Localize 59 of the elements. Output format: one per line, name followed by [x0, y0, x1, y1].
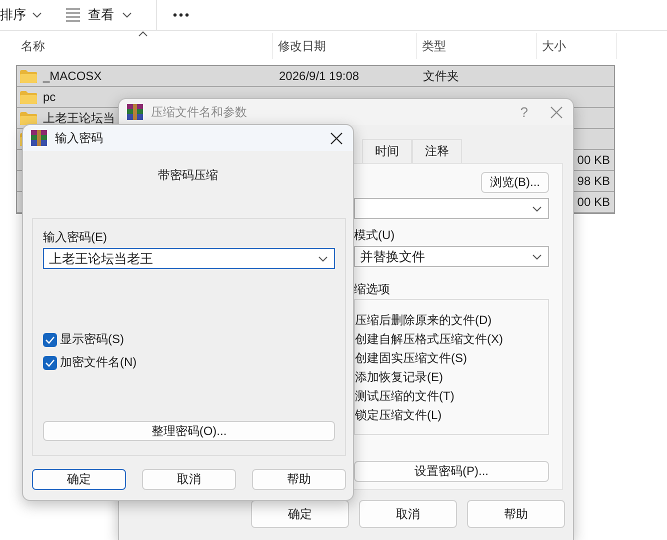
- file-row[interactable]: _MACOSX 2026/9/1 19:08 文件夹: [17, 66, 614, 87]
- chevron-down-icon: [32, 12, 42, 18]
- checkbox[interactable]: [43, 356, 57, 370]
- chevron-down-icon: [318, 256, 328, 262]
- dialog-button[interactable]: 取消: [142, 469, 236, 490]
- tab[interactable]: 时间: [362, 139, 412, 163]
- dialog-button[interactable]: 取消: [359, 500, 457, 528]
- option-label[interactable]: 测试压缩的文件(T): [355, 388, 548, 404]
- organize-passwords-button[interactable]: 整理密码(O)...: [43, 421, 335, 441]
- column-header[interactable]: 名称: [16, 33, 273, 59]
- archive-name-field[interactable]: [354, 198, 549, 219]
- modified-date: 2026/9/1 19:08: [279, 69, 360, 83]
- option-label[interactable]: 创建固实压缩文件(S): [355, 350, 548, 366]
- app-icon: [127, 104, 143, 120]
- file-type: 文件夹: [423, 68, 459, 84]
- dialog-button[interactable]: 帮助: [467, 500, 565, 528]
- folder-icon: [20, 112, 37, 124]
- dialog-button[interactable]: 确定: [251, 500, 349, 528]
- folder-icon: [20, 90, 37, 104]
- option-label[interactable]: 压缩后删除原来的文件(D): [355, 312, 548, 328]
- file-name: pc: [43, 90, 56, 104]
- tab[interactable]: 注释: [412, 139, 462, 163]
- view-button[interactable]: 查看: [54, 2, 144, 28]
- option-label[interactable]: 锁定压缩文件(L): [355, 407, 548, 423]
- dialog-button[interactable]: 帮助: [252, 469, 346, 490]
- app-icon: [31, 130, 47, 146]
- dialog-button[interactable]: 确定: [32, 469, 126, 490]
- close-icon: [330, 132, 343, 144]
- checkbox[interactable]: [43, 332, 57, 346]
- folder-icon: [20, 70, 37, 82]
- option-label[interactable]: 创建自解压格式压缩文件(X): [355, 331, 548, 347]
- menu-lines-icon: [66, 8, 80, 22]
- field-label: 模式(U): [354, 227, 396, 244]
- option-label[interactable]: 添加恢复记录(E): [355, 369, 548, 385]
- sort-button[interactable]: 排序: [0, 2, 54, 28]
- close-icon: [550, 106, 563, 118]
- password-field[interactable]: 上老王论坛当老王: [43, 248, 335, 269]
- browse-button[interactable]: 浏览(B)...: [481, 172, 549, 193]
- set-password-button[interactable]: 设置密码(P)...: [354, 461, 549, 482]
- update-mode-dropdown[interactable]: 并替换文件: [354, 246, 549, 267]
- file-name: 上老王论坛当: [43, 110, 115, 126]
- window-title: 输入密码: [55, 130, 103, 146]
- column-header[interactable]: 大小: [537, 33, 617, 59]
- file-size: 00 KB: [577, 153, 610, 167]
- more-icon: [173, 13, 189, 17]
- checkbox-label[interactable]: 显示密码(S): [60, 331, 124, 348]
- chevron-down-icon: [532, 254, 542, 260]
- group-label: 缩选项: [354, 281, 391, 298]
- checkbox-label[interactable]: 加密文件名(N): [60, 354, 137, 371]
- chevron-down-icon: [532, 206, 542, 212]
- close-button[interactable]: [330, 132, 343, 144]
- column-header[interactable]: 类型: [417, 33, 537, 59]
- file-size: 98 KB: [577, 174, 610, 188]
- column-header[interactable]: 修改日期: [273, 33, 417, 59]
- field-label: 输入密码(E): [43, 229, 108, 246]
- file-name: _MACOSX: [43, 69, 102, 83]
- chevron-down-icon: [122, 12, 132, 18]
- file-size: 00 KB: [577, 195, 610, 209]
- dialog-heading: 带密码压缩: [157, 167, 219, 184]
